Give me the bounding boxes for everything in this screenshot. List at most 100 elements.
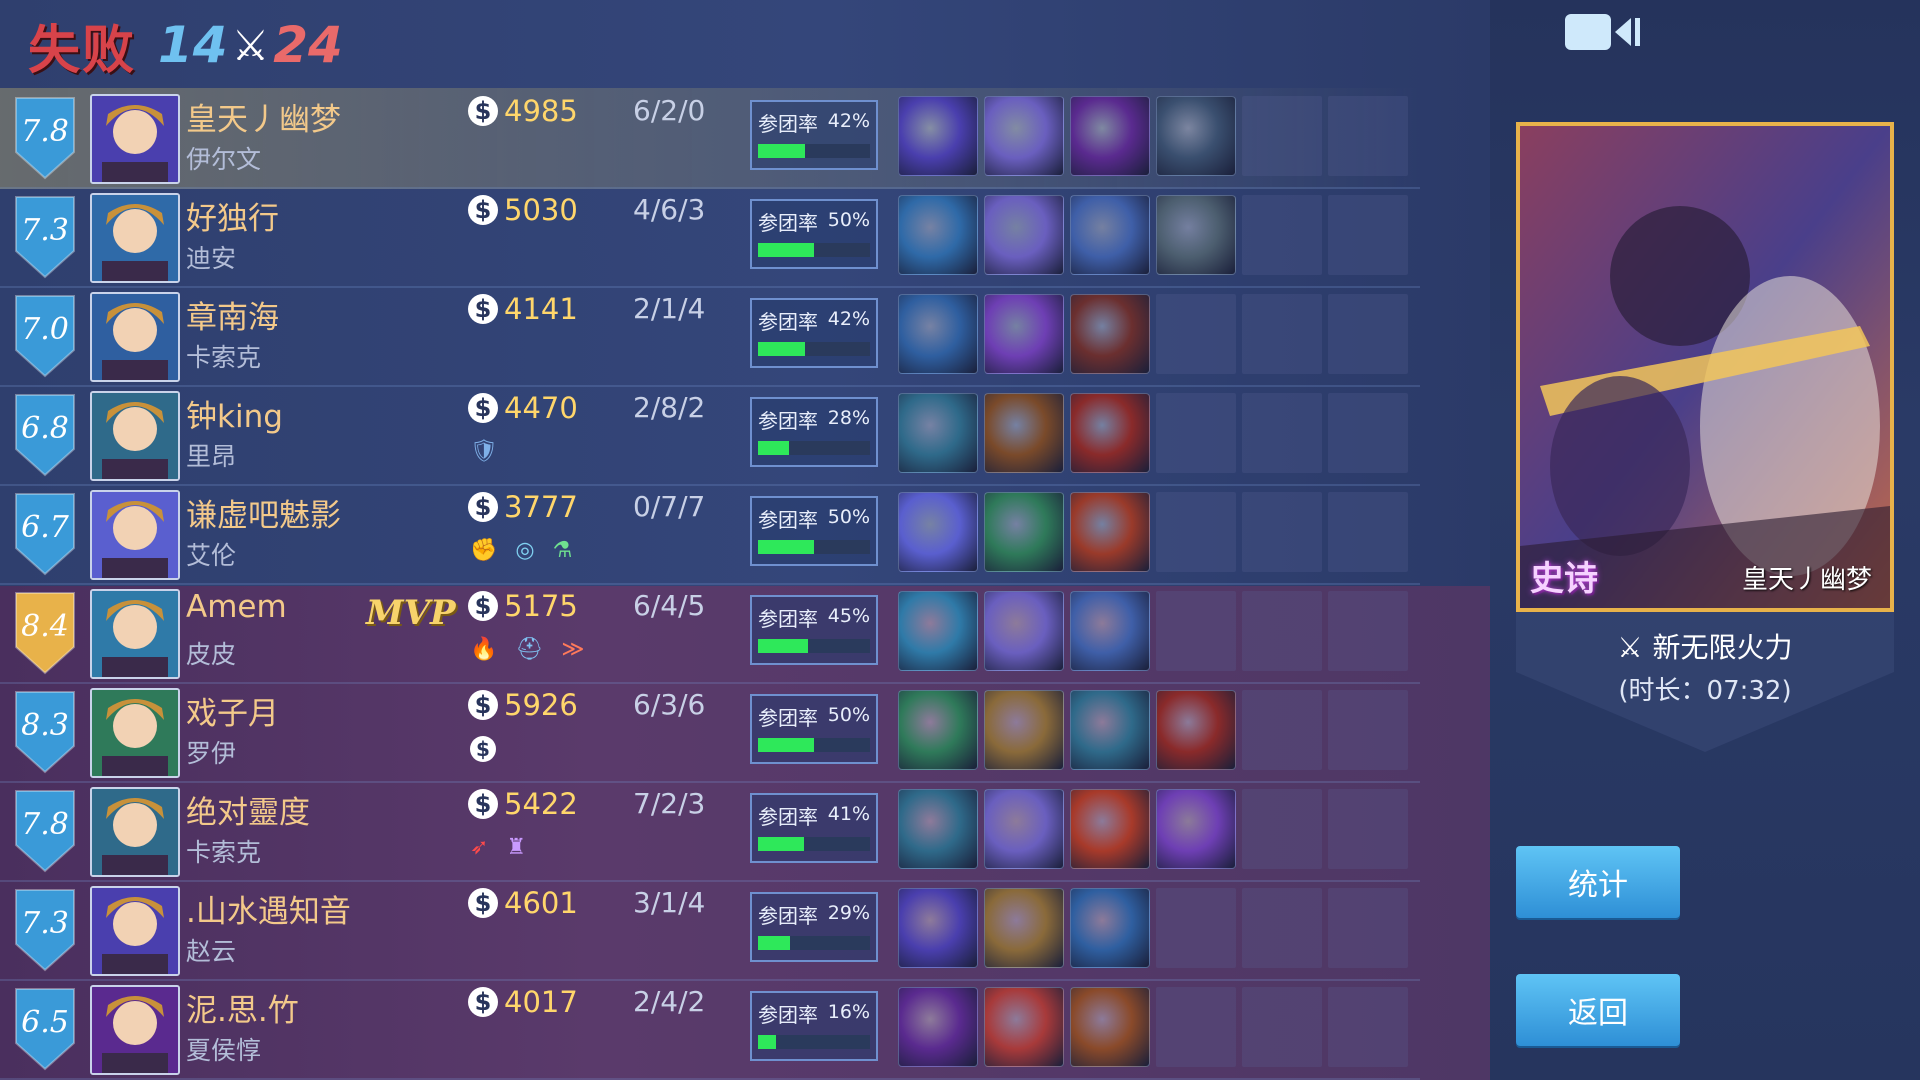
rating-badge: 7.3 — [12, 888, 78, 972]
participation-fill — [758, 144, 806, 158]
player-row[interactable]: 8.4 Amem 皮皮 $ 5175 6/4/5 参团率 45% MVP 🔥 ⛑ ≫ — [0, 583, 1420, 684]
participation-value: 50% — [827, 704, 870, 726]
stats-button[interactable]: 统计 — [1516, 846, 1680, 918]
shield-icon: 🛡 — [470, 439, 498, 464]
equipment-item-icon[interactable] — [1070, 195, 1150, 275]
player-row[interactable]: 7.8 绝对靈度 卡索克 $ 5422 7/2/3 参团率 41% ➶ ♜ — [0, 781, 1420, 882]
participation-label: 参团率 — [758, 508, 818, 532]
hero-avatar — [92, 690, 178, 776]
equipment-item-icon[interactable] — [1070, 96, 1150, 176]
player-row[interactable]: 7.3 好独行 迪安 $ 5030 4/6/3 参团率 50% — [0, 187, 1420, 288]
hero-portrait[interactable] — [90, 985, 180, 1075]
participation-value: 45% — [827, 605, 870, 627]
equipment-item-icon[interactable] — [1070, 393, 1150, 473]
player-row[interactable]: 6.8 钟king 里昂 $ 4470 2/8/2 参团率 28% 🛡 — [0, 385, 1420, 486]
equipment-item-icon[interactable] — [1070, 888, 1150, 968]
participation-fill — [758, 936, 791, 950]
equipment-item-icon[interactable] — [984, 591, 1064, 671]
hero-name: 伊尔文 — [186, 145, 262, 174]
mode-panel: ⚔ 新无限火力 (时长：07:32) — [1516, 612, 1894, 752]
equipment-item-icon[interactable] — [898, 789, 978, 869]
equipment-item-icon[interactable] — [898, 987, 978, 1067]
equipment-item-icon[interactable] — [984, 393, 1064, 473]
equipment-item-icon[interactable] — [1156, 690, 1236, 770]
gold-amount: $ 4601 — [468, 886, 578, 920]
back-button[interactable]: 返回 — [1516, 974, 1680, 1046]
equipment-item-icon[interactable] — [898, 96, 978, 176]
hero-name: 夏侯惇 — [186, 1036, 262, 1065]
rating-value: 7.0 — [21, 312, 69, 347]
hero-name: 艾伦 — [186, 541, 237, 570]
player-row[interactable]: 7.8 皇天丿幽梦 伊尔文 $ 4985 6/2/0 参团率 42% — [0, 88, 1420, 189]
gold-value: 3777 — [504, 490, 578, 524]
hero-portrait[interactable] — [90, 193, 180, 283]
player-row[interactable]: 7.0 章南海 卡索克 $ 4141 2/1/4 参团率 42% — [0, 286, 1420, 387]
hero-portrait[interactable] — [90, 391, 180, 481]
rating-badge: 7.0 — [12, 294, 78, 378]
equipment-item-icon[interactable] — [898, 393, 978, 473]
equipment-item-icon[interactable] — [898, 690, 978, 770]
hero-portrait[interactable] — [90, 688, 180, 778]
equipment-item-icon[interactable] — [898, 591, 978, 671]
equipment-item-icon[interactable] — [984, 888, 1064, 968]
participation-rate: 参团率 42% — [750, 100, 878, 170]
empty-equipment-slot — [1242, 492, 1322, 572]
player-row[interactable]: 6.7 谦虚吧魅影 艾伦 $ 3777 0/7/7 参团率 50% ✊ ◎ ⚗ — [0, 484, 1420, 585]
equipment-item-icon[interactable] — [1156, 195, 1236, 275]
hero-name: 皮皮 — [186, 640, 237, 669]
hero-avatar — [92, 96, 178, 182]
participation-rate: 参团率 50% — [750, 694, 878, 764]
achievement-badges: ➶ ♜ — [470, 835, 526, 860]
hero-portrait[interactable] — [90, 589, 180, 679]
kda: 4/6/3 — [633, 193, 706, 226]
hero-portrait[interactable] — [90, 292, 180, 382]
equipment-item-icon[interactable] — [898, 888, 978, 968]
game-duration: (时长：07:32) — [1618, 676, 1792, 706]
hero-portrait[interactable] — [90, 94, 180, 184]
equipment-item-icon[interactable] — [984, 96, 1064, 176]
equipment-list — [898, 492, 1408, 572]
equipment-item-icon[interactable] — [898, 492, 978, 572]
coin-icon: $ — [468, 393, 498, 423]
rating-value: 8.4 — [21, 609, 69, 644]
equipment-item-icon[interactable] — [984, 492, 1064, 572]
player-row[interactable]: 7.3 .山水遇知音 赵云 $ 4601 3/1/4 参团率 29% — [0, 880, 1420, 981]
rating-value: 7.8 — [21, 114, 69, 149]
epic-badge: 史诗 — [1530, 559, 1598, 599]
gold-amount: $ 5926 — [468, 688, 578, 722]
participation-bar — [758, 639, 870, 653]
equipment-item-icon[interactable] — [898, 294, 978, 374]
equipment-item-icon[interactable] — [984, 294, 1064, 374]
rating-value: 6.8 — [21, 411, 69, 446]
kda: 2/1/4 — [633, 292, 706, 325]
equipment-item-icon[interactable] — [1070, 789, 1150, 869]
player-name: 泥.思.竹 — [186, 993, 299, 1029]
hero-portrait[interactable] — [90, 490, 180, 580]
player-row[interactable]: 8.3 戏子月 罗伊 $ 5926 6/3/6 参团率 50% $ — [0, 682, 1420, 783]
equipment-item-icon[interactable] — [984, 789, 1064, 869]
participation-bar — [758, 540, 870, 554]
player-row[interactable]: 6.5 泥.思.竹 夏侯惇 $ 4017 2/4/2 参团率 16% — [0, 979, 1420, 1080]
equipment-item-icon[interactable] — [984, 987, 1064, 1067]
equipment-item-icon[interactable] — [1070, 591, 1150, 671]
hero-portrait[interactable] — [90, 787, 180, 877]
equipment-item-icon[interactable] — [898, 195, 978, 275]
equipment-item-icon[interactable] — [1156, 96, 1236, 176]
equipment-item-icon[interactable] — [1070, 492, 1150, 572]
participation-rate: 参团率 41% — [750, 793, 878, 863]
equipment-item-icon[interactable] — [1070, 987, 1150, 1067]
video-camera-icon[interactable] — [1563, 8, 1643, 56]
equipment-item-icon[interactable] — [984, 195, 1064, 275]
participation-label: 参团率 — [758, 607, 818, 631]
empty-equipment-slot — [1156, 294, 1236, 374]
equipment-item-icon[interactable] — [1156, 789, 1236, 869]
gold-amount: $ 4985 — [468, 94, 578, 128]
participation-bar — [758, 441, 870, 455]
equipment-item-icon[interactable] — [984, 690, 1064, 770]
hero-portrait[interactable] — [90, 886, 180, 976]
equipment-item-icon[interactable] — [1070, 690, 1150, 770]
gold-value: 4141 — [504, 292, 578, 326]
empty-equipment-slot — [1328, 195, 1408, 275]
empty-equipment-slot — [1156, 987, 1236, 1067]
equipment-item-icon[interactable] — [1070, 294, 1150, 374]
